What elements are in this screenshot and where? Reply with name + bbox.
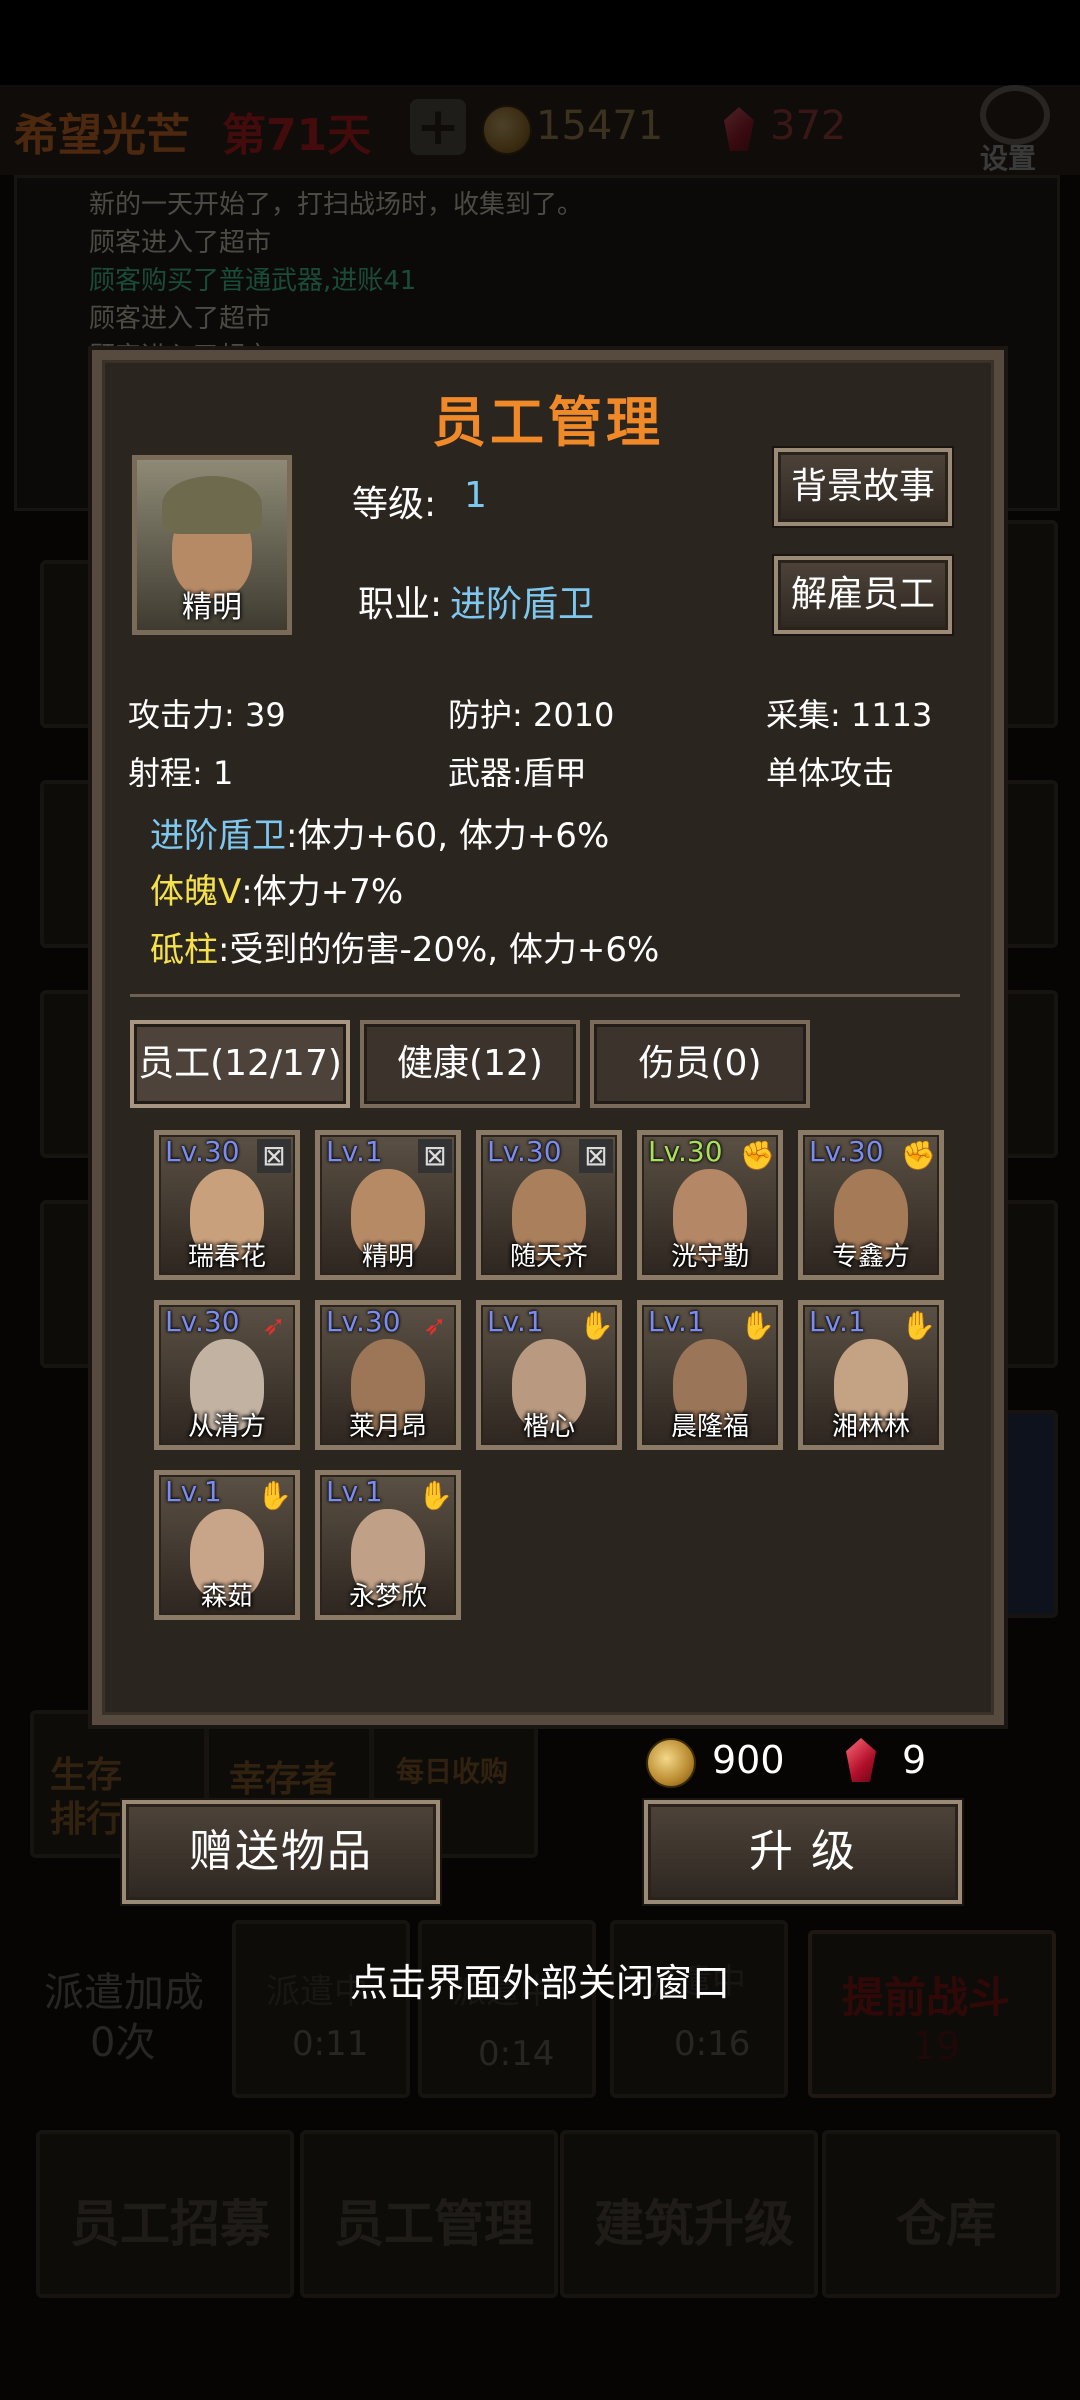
employee-level: Lv.1 (165, 1475, 222, 1508)
skill-name: 砥柱 (150, 930, 218, 970)
tab-healthy[interactable]: 健康(12) (360, 1020, 580, 1108)
employee-level: Lv.1 (809, 1305, 866, 1338)
selected-employee-name: 精明 (182, 590, 242, 625)
employee-level: Lv.30 (487, 1135, 562, 1168)
employee-card[interactable]: Lv.1 ✋ 楷心 (476, 1300, 622, 1450)
green-hand-icon: ✋ (418, 1479, 453, 1512)
tab-employees[interactable]: 员工(12/17) (130, 1020, 350, 1108)
upgrade-button[interactable]: 升 级 (644, 1800, 962, 1904)
employee-level: Lv.30 (809, 1135, 884, 1168)
blue-fist-icon: ✊ (740, 1139, 775, 1172)
employee-name: 晨隆福 (670, 1412, 749, 1442)
upgrade-gem-cost: 9 (902, 1738, 927, 1782)
green-hand-icon: ✋ (901, 1309, 936, 1342)
dialog-title: 员工管理 (432, 391, 664, 454)
employee-card[interactable]: Lv.30 ➶ 莱月昂 (315, 1300, 461, 1450)
employee-name: 瑞春花 (187, 1242, 266, 1272)
employee-card[interactable]: Lv.1 ✋ 森茹 (154, 1470, 300, 1620)
green-hand-icon: ✋ (740, 1309, 775, 1342)
range-stat: 射程: 1 (128, 754, 234, 792)
employee-level: Lv.1 (487, 1305, 544, 1338)
coin-icon (646, 1738, 696, 1788)
employee-name: 洸守勤 (670, 1242, 749, 1272)
employee-card[interactable]: Lv.30 ⊠ 瑞春花 (154, 1130, 300, 1280)
upgrade-coin-cost: 900 (712, 1738, 785, 1782)
employee-name: 楷心 (522, 1412, 575, 1442)
skill-name: 进阶盾卫 (150, 816, 286, 856)
employee-level: Lv.30 (648, 1135, 723, 1168)
skill-line: 进阶盾卫:体力+60, 体力+6% (150, 808, 609, 857)
helmet-icon (162, 476, 262, 534)
green-hand-icon: ✋ (257, 1479, 292, 1512)
divider (130, 994, 960, 997)
class-label: 职业: (358, 584, 443, 625)
staff-management-dialog: 员工管理 精明 等级: 1 职业: 进阶盾卫 背景故事 解雇员工 攻击力: 39… (92, 350, 1004, 1725)
red-bow-icon: ➶ (262, 1309, 286, 1342)
class-value: 进阶盾卫 (450, 584, 595, 625)
employee-card[interactable]: Lv.30 ✊ 洸守勤 (637, 1130, 783, 1280)
employee-name: 永梦欣 (348, 1582, 427, 1612)
gift-item-button[interactable]: 赠送物品 (122, 1800, 440, 1904)
skill-name: 体魄Ⅴ (150, 872, 242, 912)
employee-card[interactable]: Lv.30 ⊠ 随天齐 (476, 1130, 622, 1280)
employee-level: Lv.1 (326, 1475, 383, 1508)
employee-name: 从清方 (187, 1412, 266, 1442)
blue-fist-icon: ✊ (901, 1139, 936, 1172)
employee-level: Lv.30 (326, 1305, 401, 1338)
skill-desc: :体力+60, 体力+6% (286, 816, 610, 856)
selected-employee-portrait: 精明 (132, 455, 292, 635)
employee-name: 精明 (361, 1242, 414, 1272)
level-value: 1 (464, 475, 487, 516)
employee-card[interactable]: Lv.1 ✋ 晨隆福 (637, 1300, 783, 1450)
crossed-box-icon: ⊠ (257, 1139, 291, 1173)
employee-level: Lv.30 (165, 1305, 240, 1338)
employee-level: Lv.1 (648, 1305, 705, 1338)
employee-level: Lv.30 (165, 1135, 240, 1168)
red-bow-icon: ➶ (423, 1309, 447, 1342)
employee-card[interactable]: Lv.1 ✋ 永梦欣 (315, 1470, 461, 1620)
fire-employee-button[interactable]: 解雇员工 (774, 556, 952, 634)
employee-name: 专鑫方 (831, 1242, 910, 1272)
employee-name: 湘林林 (831, 1412, 910, 1442)
defense-stat: 防护: 2010 (448, 696, 615, 734)
gather-stat: 采集: 1113 (766, 696, 933, 734)
skill-line: 砥柱:受到的伤害-20%, 体力+6% (150, 922, 659, 971)
attack-type-stat: 单体攻击 (766, 754, 895, 792)
employee-name: 莱月昂 (348, 1412, 427, 1442)
employee-card[interactable]: Lv.30 ➶ 从清方 (154, 1300, 300, 1450)
employee-level: Lv.1 (326, 1135, 383, 1168)
green-hand-icon: ✋ (579, 1309, 614, 1342)
tab-injured[interactable]: 伤员(0) (590, 1020, 810, 1108)
employee-name: 森茹 (200, 1582, 253, 1612)
skill-desc: :受到的伤害-20%, 体力+6% (218, 930, 660, 970)
close-hint: 点击界面外部关闭窗口 (349, 1961, 730, 2005)
crossed-box-icon: ⊠ (579, 1139, 613, 1173)
employee-card[interactable]: Lv.1 ✋ 湘林林 (798, 1300, 944, 1450)
level-label: 等级: (352, 484, 437, 525)
backstory-button[interactable]: 背景故事 (774, 448, 952, 526)
employee-card[interactable]: Lv.1 ⊠ 精明 (315, 1130, 461, 1280)
weapon-stat: 武器:盾甲 (448, 754, 587, 792)
skill-desc: :体力+7% (241, 872, 404, 912)
attack-stat: 攻击力: 39 (128, 696, 286, 734)
employee-card[interactable]: Lv.30 ✊ 专鑫方 (798, 1130, 944, 1280)
crossed-box-icon: ⊠ (418, 1139, 452, 1173)
game-screen: 希望光芒 第71天 + 15471 372 设置 新的一天开始了，打扫战场时，收… (0, 0, 1080, 2400)
skill-line: 体魄Ⅴ:体力+7% (150, 864, 403, 913)
employee-name: 随天齐 (509, 1242, 588, 1272)
